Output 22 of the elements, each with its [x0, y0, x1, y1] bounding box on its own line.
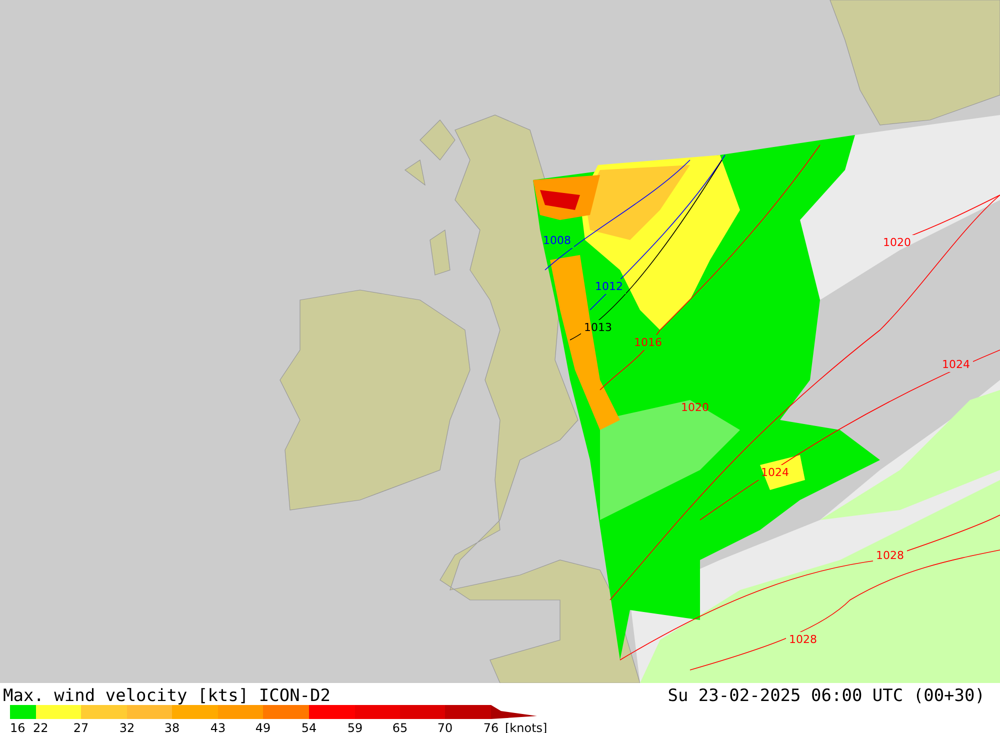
legend-tick-label: 49: [255, 721, 271, 733]
isobar-label: 1020: [883, 236, 911, 249]
legend-tick-label: 32: [119, 721, 135, 733]
legend-tick-label: 22: [33, 721, 48, 733]
legend-tick-label: 65: [392, 721, 408, 733]
isobar-label: 1024: [942, 358, 970, 371]
map-timestamp: Su 23-02-2025 06:00 UTC (00+30): [668, 686, 985, 706]
isobar-label: 1016: [634, 336, 662, 349]
legend-tick-label: 16: [10, 721, 26, 733]
legend-tick-label: 43: [210, 721, 226, 733]
isobar-label: 1008: [543, 234, 571, 247]
legend-tick-label: 76: [483, 721, 499, 733]
isobar-label: 1028: [876, 549, 904, 562]
legend-tick-label: 54: [301, 721, 317, 733]
isobar-label: 1012: [595, 280, 623, 293]
legend-tick-label: 38: [164, 721, 180, 733]
isobar-label: 1020: [681, 401, 709, 414]
legend-tick-label: 27: [73, 721, 89, 733]
legend-tick-label: 70: [437, 721, 453, 733]
legend-tick-label: 59: [347, 721, 363, 733]
isobar-label: 1028: [789, 633, 817, 646]
map-title: Max. wind velocity [kts] ICON-D2: [3, 686, 331, 706]
